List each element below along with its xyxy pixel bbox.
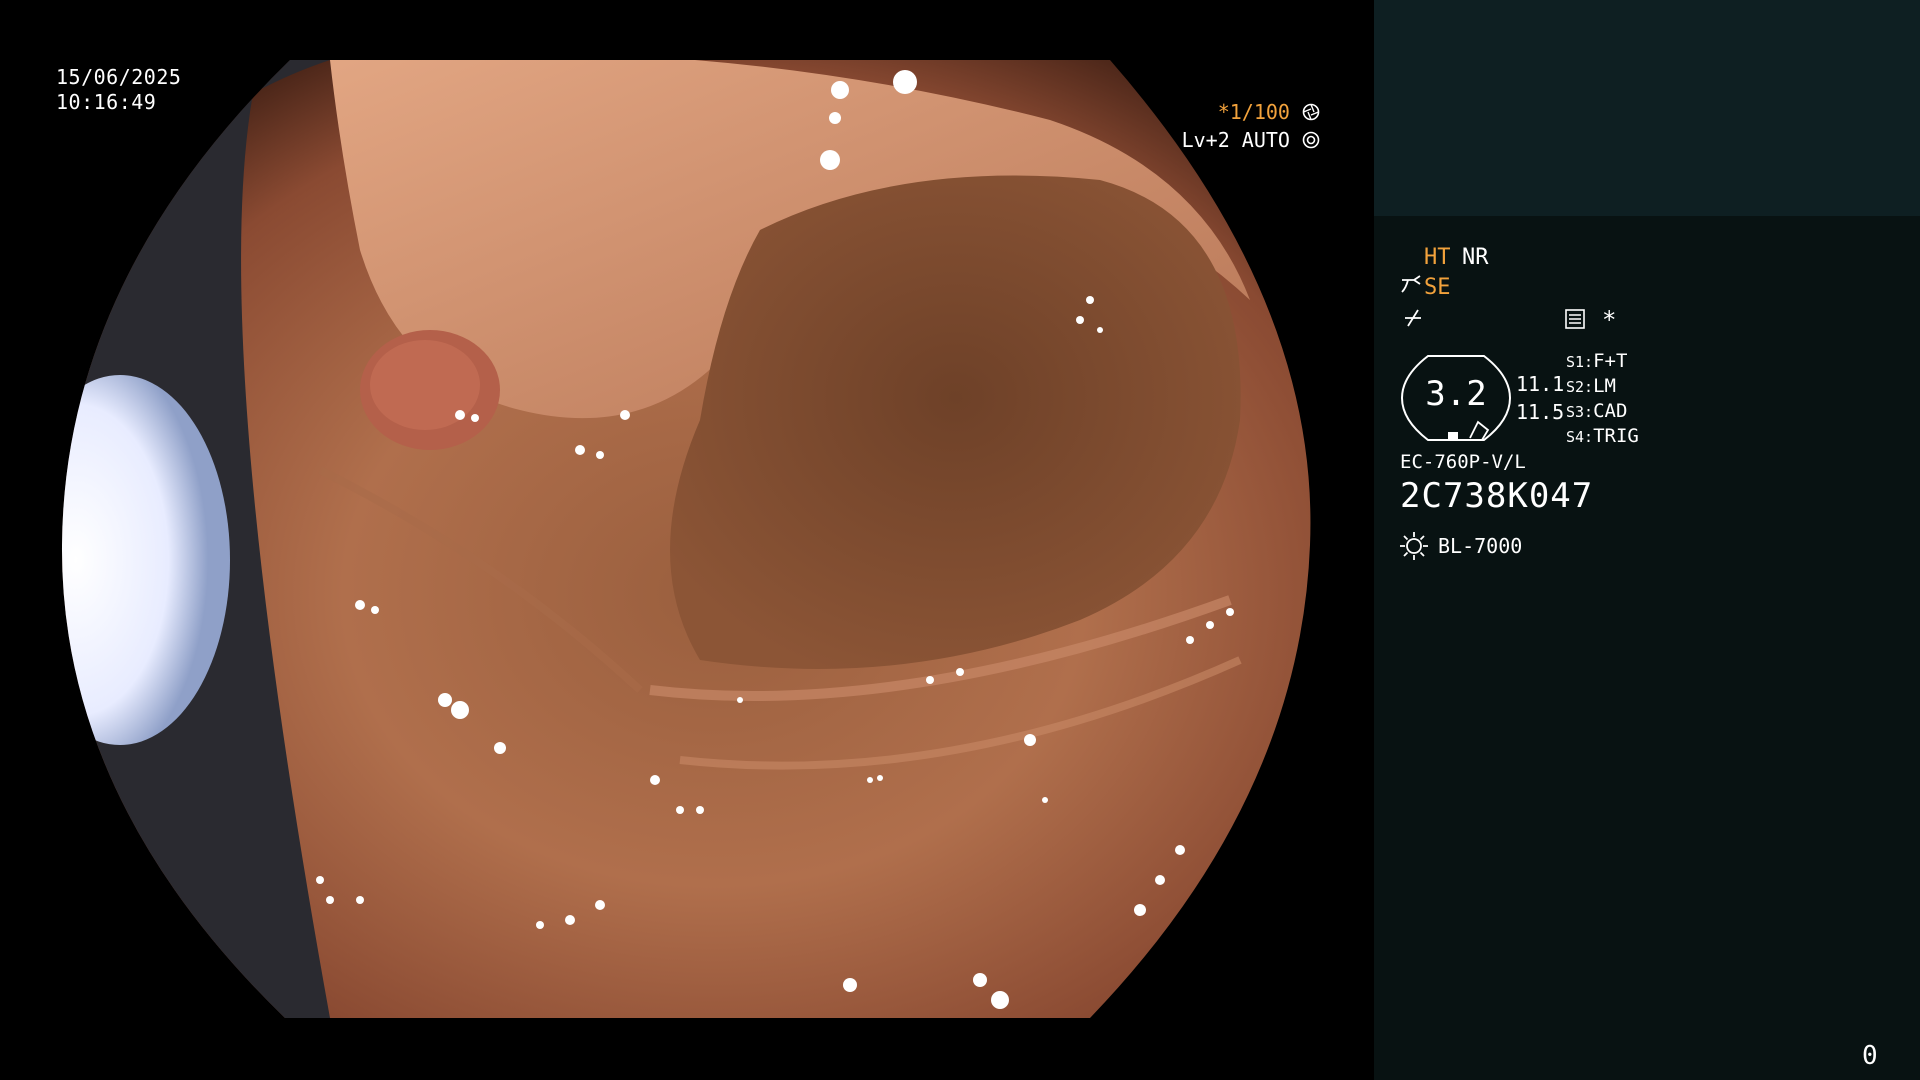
- shutter-indicator: *1/100: [1200, 99, 1320, 125]
- aperture-icon: [1302, 103, 1320, 121]
- iris-icon: [1302, 131, 1320, 149]
- star-indicator: *: [1602, 306, 1617, 334]
- switch-row-s4: S4:TRIG: [1566, 424, 1639, 449]
- se-indicator: SE: [1424, 275, 1451, 300]
- zoom-value: 3.2: [1425, 374, 1487, 414]
- switch-value: TRIG: [1593, 425, 1639, 447]
- scope-serial: 2C738K047: [1400, 476, 1594, 516]
- scope-tip-icon: [1401, 275, 1421, 293]
- shutter-speed: *1/100: [1217, 100, 1290, 124]
- switch-key: S4:: [1566, 428, 1594, 446]
- switch-key: S1:: [1566, 353, 1594, 371]
- frame-counter: 0: [1862, 1041, 1878, 1071]
- level-label: Lv+2 AUTO: [1181, 128, 1290, 152]
- scope-model: EC-760P-V/L: [1400, 451, 1526, 473]
- switch-key: S2:: [1566, 378, 1594, 396]
- time-label: 10:16:49: [56, 90, 157, 114]
- brightness-level: Lv+2 AUTO: [1150, 127, 1320, 153]
- ht-indicator: HT: [1424, 245, 1451, 270]
- value-a: 11.1: [1516, 372, 1565, 396]
- switch-value: LM: [1593, 375, 1616, 397]
- date-label: 15/06/2025: [56, 65, 182, 89]
- light-source-model: BL-7000: [1438, 534, 1523, 558]
- switch-key: S3:: [1566, 403, 1594, 421]
- switch-value: CAD: [1593, 400, 1628, 422]
- value-b: 11.5: [1516, 400, 1565, 424]
- endoscope-viewport: 15/06/2025 10:16:49 *1/100 Lv+2 AUTO: [0, 0, 1374, 1080]
- sun-icon: [1400, 532, 1428, 560]
- switch-value: F+T: [1593, 350, 1628, 372]
- endoscopic-image: [61, 60, 1311, 1018]
- switch-row-s2: S2:LM: [1566, 374, 1616, 399]
- switch-row-s3: S3:CAD: [1566, 399, 1627, 424]
- panel-header-area: [1374, 0, 1920, 216]
- edge-enhance-icon: [1405, 309, 1421, 327]
- switch-row-s1: S1:F+T: [1566, 349, 1627, 374]
- status-panel: HT NR SE * 3.2 11.1 11.5 S1:F+T S2:LM S3…: [1374, 0, 1920, 1080]
- menu-list-icon: [1565, 309, 1585, 329]
- nr-indicator: NR: [1462, 245, 1489, 270]
